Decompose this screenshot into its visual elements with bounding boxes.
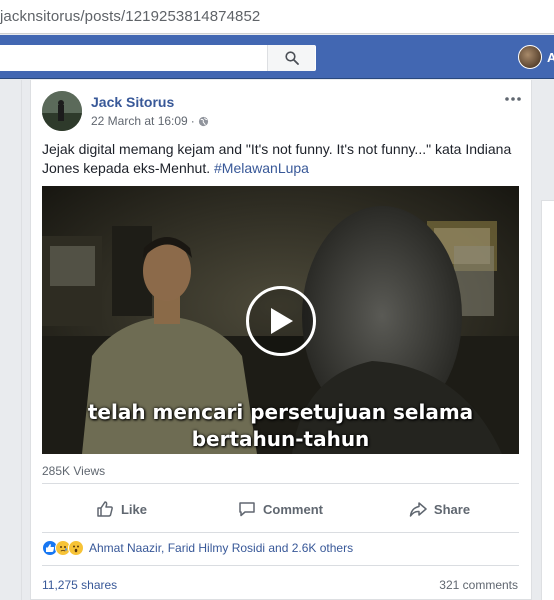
user-name-initial[interactable]: A [547, 50, 554, 65]
user-avatar[interactable] [518, 45, 542, 69]
share-button[interactable]: Share [360, 492, 519, 526]
share-icon [409, 502, 427, 517]
author-name[interactable]: Jack Sitorus [91, 94, 174, 110]
like-button[interactable]: Like [42, 492, 201, 526]
url-text[interactable]: jacknsitorus/posts/1219253814874852 [0, 8, 260, 25]
reactions-text[interactable]: Ahmat Naazir, Farid Hilmy Rosidi and 2.6… [89, 541, 353, 555]
post-options-button[interactable] [504, 92, 522, 106]
right-column-gap [541, 80, 554, 190]
post-card: Jack Sitorus 22 March at 16:09 · Jejak d… [30, 80, 532, 600]
reactions-summary[interactable]: Ahmat Naazir, Farid Hilmy Rosidi and 2.6… [42, 540, 353, 556]
share-label: Share [433, 501, 471, 517]
author-avatar-image [42, 91, 82, 131]
comment-icon [239, 502, 255, 517]
wow-reaction-icon [68, 540, 84, 556]
browser-url-bar[interactable]: jacknsitorus/posts/1219253814874852 [0, 0, 554, 34]
like-label: Like [120, 501, 147, 517]
search-button[interactable] [267, 45, 315, 71]
comments-count[interactable]: 321 comments [439, 578, 518, 592]
divider [42, 565, 519, 566]
post-caption: Jejak digital memang kejam and "It's not… [42, 140, 512, 178]
video-subtitle-line-1: telah mencari persetujuan selama [87, 400, 474, 424]
comment-label: Comment [263, 501, 323, 517]
author-avatar[interactable] [42, 91, 82, 131]
top-navigation-bar [0, 35, 554, 79]
divider [42, 532, 519, 533]
divider [42, 483, 519, 484]
globe-icon [198, 116, 208, 126]
view-count: 285K Views [42, 464, 106, 478]
video-player[interactable]: telah mencari persetujuan selama bertahu… [42, 186, 519, 454]
shares-count[interactable]: 11,275 shares [42, 578, 117, 592]
like-icon [97, 501, 113, 517]
meta-separator: · [190, 114, 195, 128]
left-column [0, 80, 22, 600]
comment-button[interactable]: Comment [201, 492, 360, 526]
post-meta: 22 March at 16:09 · [91, 114, 209, 128]
post-timestamp[interactable]: 22 March at 16:09 [91, 114, 188, 128]
post-actions: Like Comment Share [42, 492, 519, 526]
video-subtitle-line-2: bertahun-tahun [191, 427, 370, 451]
search-icon [284, 51, 299, 65]
play-button[interactable] [246, 286, 316, 356]
more-icon [505, 97, 521, 101]
play-icon [271, 308, 293, 334]
right-column-card [541, 200, 554, 600]
hashtag-link[interactable]: #MelawanLupa [214, 160, 309, 176]
